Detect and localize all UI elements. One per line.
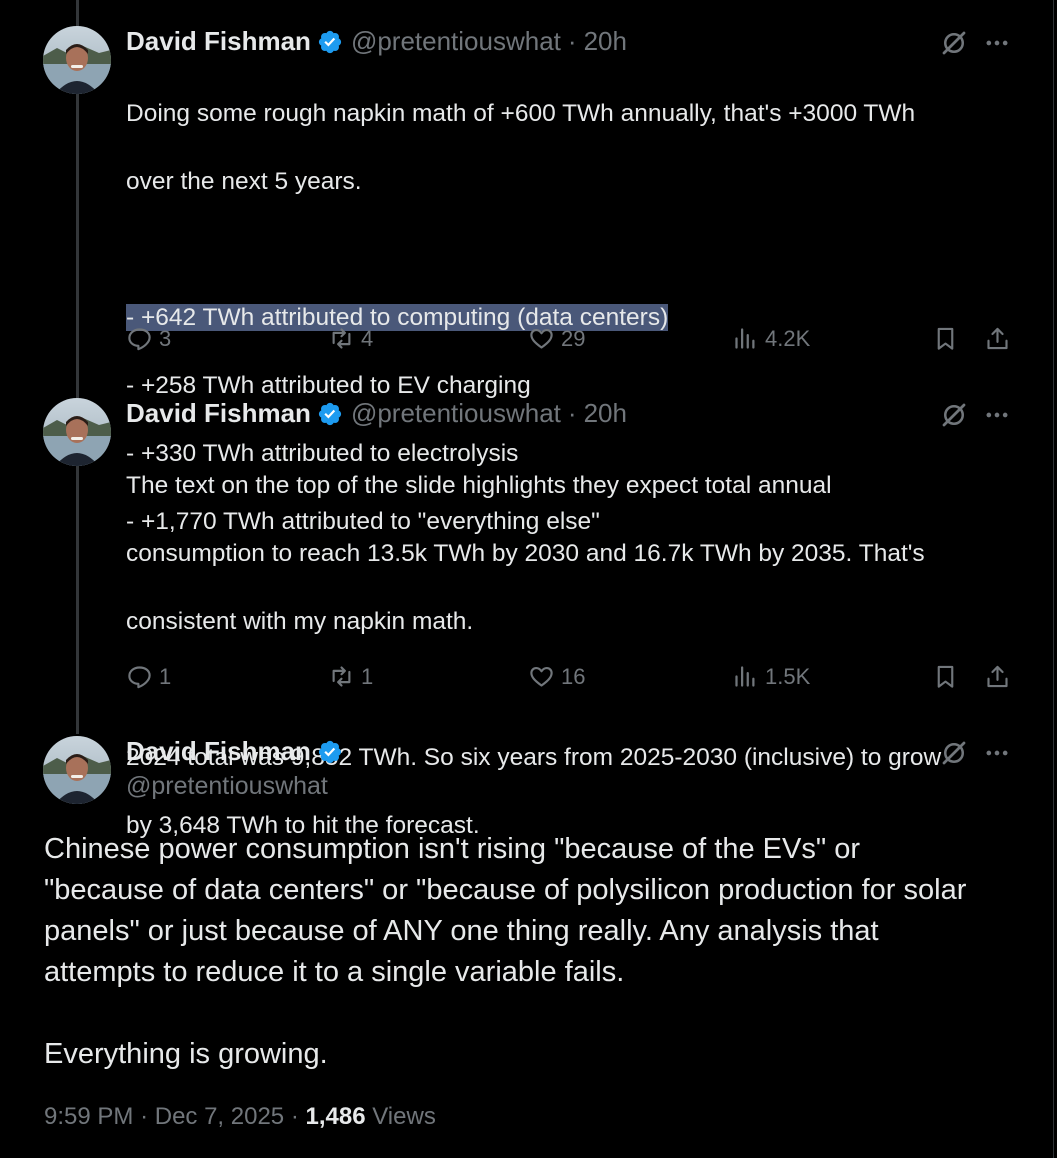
verified-badge-icon <box>318 740 342 763</box>
grok-icon[interactable] <box>939 400 969 430</box>
author-name[interactable]: David Fishman <box>126 398 311 429</box>
timestamp[interactable]: 20h <box>584 398 627 429</box>
avatar[interactable] <box>43 26 111 94</box>
reply-count: 1 <box>159 663 172 689</box>
reply-icon <box>128 328 151 351</box>
tweet-text-line: "because of data centers" or "because of… <box>44 874 967 906</box>
avatar[interactable] <box>43 398 111 466</box>
repost-count: 4 <box>361 325 374 351</box>
author-name[interactable]: David Fishman <box>126 26 311 57</box>
more-icon[interactable] <box>983 401 1011 429</box>
share-button[interactable] <box>984 663 1017 690</box>
thread-connector <box>76 94 79 398</box>
views-label: Views <box>372 1103 436 1130</box>
repost-button[interactable]: 1 <box>328 663 373 690</box>
tweet-top-icons <box>939 400 1011 430</box>
views-icon <box>735 328 755 349</box>
tweet-header: David Fishman @pretentiouswhat · 20h <box>126 398 627 429</box>
tweet-text-line: panels" or just because of ANY one thing… <box>44 915 879 947</box>
like-count: 29 <box>561 325 586 351</box>
main-tweet-text: Chinese power consumption isn't rising "… <box>44 829 1034 1075</box>
views-button[interactable]: 1.5K <box>732 663 810 690</box>
separator: · <box>567 398 577 428</box>
grok-icon[interactable] <box>939 28 969 58</box>
tweet-top-icons <box>939 738 1011 768</box>
conversation-thread: David Fishman @pretentiouswhat · 20h Doi… <box>0 0 1054 1158</box>
tweet-action-bar: 3 4 29 4.2K <box>126 325 1016 359</box>
verified-badge-icon <box>318 30 342 53</box>
separator: · <box>290 1103 299 1130</box>
tweet-text-line: Everything is growing. <box>44 1038 328 1070</box>
views-count: 1,486 <box>305 1103 366 1130</box>
repost-button[interactable]: 4 <box>328 325 373 352</box>
timestamp[interactable]: 20h <box>584 26 627 57</box>
tweet-text-line: Doing some rough napkin math of +600 TWh… <box>126 100 916 127</box>
share-button[interactable] <box>984 325 1017 352</box>
main-author-row: David Fishman <box>126 736 351 767</box>
tweet-text-line: consumption to reach 13.5k TWh by 2030 a… <box>126 540 925 567</box>
repost-icon <box>332 666 351 687</box>
like-button[interactable]: 16 <box>528 663 585 690</box>
author-handle[interactable]: @pretentiouswhat <box>126 772 328 801</box>
post-time[interactable]: 9:59 PM <box>44 1103 133 1130</box>
tweet-text-line <box>44 993 1034 1034</box>
author-handle[interactable]: @pretentiouswhat <box>351 398 561 429</box>
like-icon <box>530 666 553 687</box>
thread-connector <box>76 466 79 734</box>
tweet-text-line: attempts to reduce it to a single variab… <box>44 956 625 988</box>
tweet-text-line: Chinese power consumption isn't rising "… <box>44 833 860 865</box>
bookmark-button[interactable] <box>932 663 965 690</box>
like-button[interactable]: 29 <box>528 325 585 352</box>
bookmark-icon <box>937 665 954 688</box>
views-count: 4.2K <box>765 325 811 351</box>
tweet-text-line: over the next 5 years. <box>126 168 362 195</box>
like-icon <box>530 328 553 349</box>
reply-button[interactable]: 3 <box>126 325 171 352</box>
share-icon <box>987 327 1008 350</box>
tweet-text-line: consistent with my napkin math. <box>126 608 474 635</box>
views-icon <box>735 666 755 687</box>
separator: · <box>140 1103 149 1130</box>
more-icon[interactable] <box>983 739 1011 767</box>
bookmark-icon <box>937 327 954 350</box>
avatar[interactable] <box>43 736 111 804</box>
reply-count: 3 <box>159 325 172 351</box>
views-count: 1.5K <box>765 663 811 689</box>
author-handle[interactable]: @pretentiouswhat <box>351 26 561 57</box>
views-button[interactable]: 4.2K <box>732 325 810 352</box>
bookmark-button[interactable] <box>932 325 965 352</box>
tweet-metadata: 9:59 PM · Dec 7, 2025 · 1,486 Views <box>44 1103 436 1131</box>
tweet-action-bar: 1 1 16 1.5K <box>126 663 1016 697</box>
tweet-top-icons <box>939 28 1011 58</box>
share-icon <box>987 665 1008 688</box>
tweet-text-line: The text on the top of the slide highlig… <box>126 472 832 499</box>
tweet-text-line <box>126 233 1026 267</box>
tweet-header: David Fishman @pretentiouswhat · 20h <box>126 26 627 57</box>
grok-icon[interactable] <box>939 738 969 768</box>
repost-count: 1 <box>361 663 374 689</box>
thread-connector <box>76 0 79 28</box>
reply-icon <box>128 666 151 689</box>
separator: · <box>567 26 577 56</box>
tweet-text: The text on the top of the slide highlig… <box>126 435 1026 877</box>
verified-badge-icon <box>318 402 342 425</box>
more-icon[interactable] <box>983 29 1011 57</box>
author-name[interactable]: David Fishman <box>126 736 311 767</box>
post-date[interactable]: Dec 7, 2025 <box>155 1103 284 1130</box>
repost-icon <box>332 328 351 349</box>
reply-button[interactable]: 1 <box>126 663 171 690</box>
like-count: 16 <box>561 663 586 689</box>
